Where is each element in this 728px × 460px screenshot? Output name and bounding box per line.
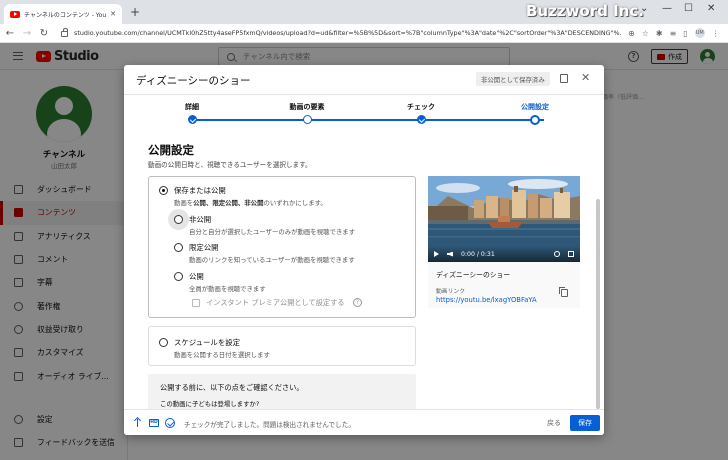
save-or-publish-description: 動画を公開、限定公開、非公開のいずれかにします。 [174, 198, 327, 207]
footer-status: チェックが完了しました。問題は検出されませんでした。 [184, 421, 355, 429]
video-link[interactable]: https://youtu.be/lxagYOBFaYA [436, 296, 537, 304]
unlisted-description: 動画のリンクを知っているユーザーが動画を視聴できます [189, 256, 355, 264]
sidepanel-icon[interactable]: ▯ [683, 29, 687, 38]
private-label[interactable]: 非公開 [189, 214, 211, 225]
translate-icon[interactable]: ⊕ [628, 29, 635, 38]
player-controls: 0:00 / 0:31 [428, 246, 580, 262]
reading-list-icon[interactable]: ≡ [670, 29, 677, 38]
step-elements-dot[interactable] [303, 115, 312, 124]
save-button[interactable]: 保存 [570, 415, 600, 431]
video-time: 0:00 / 0:31 [461, 250, 495, 258]
minimize-button[interactable]: — [662, 3, 672, 14]
upload-stepper: 詳細 動画の要素 チェック 公開設定 [124, 95, 604, 129]
schedule-radio[interactable] [159, 338, 168, 347]
schedule-label[interactable]: スケジュールを設定 [174, 337, 240, 348]
url-field[interactable]: studio.youtube.com/channel/UCMTkl0hZ5tty… [74, 29, 622, 37]
private-radio[interactable] [174, 215, 183, 224]
schedule-box: スケジュールを設定 動画を公開する日付を選択します [148, 326, 416, 366]
extensions-icon[interactable]: ✱ [656, 29, 663, 38]
bookmark-star-icon[interactable]: ☆ [642, 29, 649, 38]
forward-icon[interactable]: → [20, 28, 34, 39]
video-title: ディズニーシーのショー [436, 271, 511, 279]
close-icon[interactable]: ✕ [581, 71, 590, 85]
desc-bold: 公開、限定公開、非公開 [193, 199, 264, 207]
step-visibility-label[interactable]: 公開設定 [521, 102, 549, 112]
address-bar: ← → ↻ studio.youtube.com/channel/UCMTkl0… [0, 24, 728, 43]
premiere-help-icon[interactable]: ? [353, 298, 362, 307]
tab-search-icon[interactable]: ⌄ [640, 3, 648, 14]
precheck-question: この動画に子どもは登場しますか? [160, 400, 260, 408]
tab-title: チャンネルのコンテンツ - YouTube Studio [24, 11, 107, 19]
public-radio[interactable] [174, 272, 183, 281]
video-preview-card: 0:00 / 0:31 ディズニーシーのショー 動画リンク https://yo… [428, 176, 580, 308]
copy-icon[interactable] [559, 287, 568, 297]
video-link-label: 動画リンク [436, 289, 465, 295]
unlisted-radio[interactable] [174, 243, 183, 252]
desc-prefix: 動画を [174, 199, 194, 207]
precheck-box: 公開する前に、以下の点をご確認ください。 この動画に子どもは登場しますか? [148, 374, 416, 409]
fullscreen-icon[interactable] [568, 251, 574, 257]
close-window-button[interactable]: ✕ [707, 3, 715, 14]
save-or-publish-radio[interactable] [159, 186, 168, 195]
check-complete-icon[interactable] [165, 418, 175, 428]
step-checks-check-icon[interactable] [417, 115, 426, 124]
browser-titlebar: チャンネルのコンテンツ - YouTube Studio ✕ + Buzzwor… [0, 0, 728, 24]
stepper-line [192, 119, 544, 121]
save-or-publish-label[interactable]: 保存または公開 [174, 185, 226, 196]
step-details-label[interactable]: 詳細 [185, 102, 199, 112]
step-details-check-icon[interactable] [188, 115, 197, 124]
settings-gear-icon[interactable] [554, 251, 560, 257]
play-icon[interactable] [434, 251, 439, 257]
dialog-footer: HD チェックが完了しました。問題は検出されませんでした。 戻る 保存 [124, 409, 604, 435]
private-description: 自分と自分が選択したユーザーのみが動画を視聴できます [189, 228, 356, 236]
unlisted-label[interactable]: 限定公開 [189, 242, 219, 253]
upload-dialog: ディズニーシーのショー 非公開として保存済み ✕ 詳細 動画の要素 チェック 公… [124, 65, 604, 435]
step-elements-label[interactable]: 動画の要素 [290, 102, 325, 112]
watermark: Buzzword Inc. [526, 2, 644, 20]
video-thumbnail[interactable]: 0:00 / 0:31 [428, 176, 580, 262]
browser-menu-icon[interactable]: ⋮ [712, 29, 720, 38]
save-or-publish-box: 保存または公開 動画を公開、限定公開、非公開のいずれかにします。 非公開 自分と… [148, 176, 416, 318]
hd-icon[interactable]: HD [149, 419, 159, 427]
premiere-checkbox[interactable] [192, 299, 200, 307]
youtube-favicon-icon [10, 10, 20, 18]
browser-tab[interactable]: チャンネルのコンテンツ - YouTube Studio ✕ [4, 4, 122, 24]
section-title: 公開設定 [148, 143, 194, 157]
precheck-title: 公開する前に、以下の点をご確認ください。 [160, 383, 304, 392]
maximize-button[interactable]: ☐ [684, 3, 693, 14]
desc-suffix: のいずれかにします。 [263, 199, 327, 207]
report-icon[interactable] [560, 74, 568, 83]
dialog-title: ディズニーシーのショー [136, 75, 251, 87]
dialog-header: ディズニーシーのショー 非公開として保存済み ✕ [124, 65, 604, 95]
tab-close-icon[interactable]: ✕ [110, 10, 116, 18]
public-description: 全員が動画を視聴できます [189, 285, 266, 293]
dialog-content: 公開設定 動画の公開日時と、視聴できるユーザーを選択します。 保存または公開 動… [124, 129, 604, 409]
new-tab-button[interactable]: + [130, 5, 140, 19]
browser-profile-avatar[interactable]: UM [694, 28, 705, 38]
back-icon[interactable]: ← [3, 28, 17, 39]
volume-icon[interactable] [447, 251, 453, 257]
saved-status-badge[interactable]: 非公開として保存済み [476, 72, 550, 86]
step-visibility-dot[interactable] [530, 114, 540, 125]
upload-icon[interactable] [134, 418, 142, 428]
step-checks-label[interactable]: チェック [407, 102, 435, 112]
reload-icon[interactable]: ↻ [37, 28, 51, 39]
public-label[interactable]: 公開 [189, 271, 204, 282]
back-button[interactable]: 戻る [542, 416, 566, 430]
schedule-description: 動画を公開する日付を選択します [174, 351, 270, 359]
premiere-label[interactable]: インスタント プレミア公開として設定する [206, 298, 345, 308]
lock-icon[interactable] [61, 28, 68, 37]
content-scrollbar[interactable] [596, 199, 600, 409]
section-description: 動画の公開日時と、視聴できるユーザーを選択します。 [148, 161, 312, 169]
